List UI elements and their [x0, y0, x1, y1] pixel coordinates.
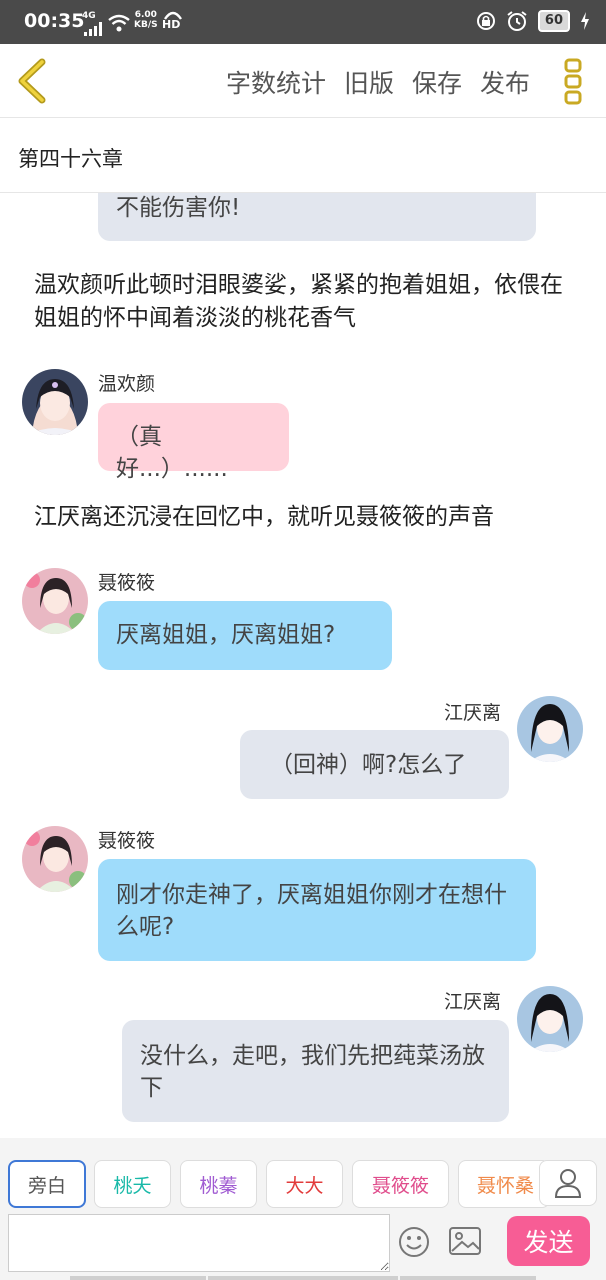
message-text: 刚才你走神了，厌离姐姐你刚才在想什么呢?: [116, 882, 507, 940]
narration-text: 温欢颜听此顿时泪眼婆娑，紧紧的抱着姐姐，依偎在姐姐的怀中闻着淡淡的桃花香气: [34, 272, 563, 331]
role-chip[interactable]: 桃夭: [94, 1160, 171, 1208]
message-bubble: 不能伤害你!: [98, 193, 536, 241]
role-label: 桃夭: [113, 1174, 152, 1197]
alarm-icon: [507, 11, 527, 31]
speaker-name: 聂筱筱: [98, 572, 156, 594]
hd-label: HD: [162, 18, 181, 31]
role-chip[interactable]: 桃蓁: [180, 1160, 257, 1208]
more-menu-icon[interactable]: [564, 58, 582, 106]
speed-value: 6.00: [134, 10, 157, 20]
role-label: 大大: [285, 1174, 324, 1197]
app-header: 字数统计 旧版 保存 发布: [0, 44, 606, 118]
image-icon[interactable]: [448, 1226, 482, 1256]
narration-text: 江厌离还沉浸在回忆中，就听见聂筱筱的声音: [34, 504, 494, 530]
speaker-name: 温欢颜: [98, 373, 156, 395]
speaker-name: 江厌离: [444, 991, 502, 1013]
avatar-image: [517, 986, 583, 1052]
message-text: 厌离姐姐，厌离姐姐?: [116, 622, 336, 648]
wifi-icon: [108, 14, 130, 32]
chapter-title: 第四十六章: [18, 147, 123, 171]
role-label: 聂怀桑: [477, 1174, 535, 1197]
old-version-button[interactable]: 旧版: [344, 64, 394, 100]
send-button[interactable]: 发送: [507, 1216, 590, 1266]
message-text: 没什么，走吧，我们先把莼菜汤放下: [140, 1043, 485, 1101]
save-button[interactable]: 保存: [412, 64, 462, 100]
speed-unit: KB/S: [134, 20, 158, 30]
nav-indicator: [208, 1276, 398, 1280]
avatar[interactable]: [22, 568, 88, 634]
message-bubble: 刚才你走神了，厌离姐姐你刚才在想什么呢?: [98, 859, 536, 961]
status-right: 60: [476, 10, 590, 32]
status-time: 00:35: [24, 10, 85, 32]
message-bubble: 没什么，走吧，我们先把莼菜汤放下: [122, 1020, 509, 1122]
net-speed: 6.00 KB/S: [134, 10, 158, 30]
message-text: 不能伤害你!: [116, 195, 241, 221]
user-icon: [554, 1169, 582, 1198]
avatar[interactable]: [22, 826, 88, 892]
emoji-icon[interactable]: [398, 1226, 430, 1258]
avatar[interactable]: [517, 696, 583, 762]
message-bubble: （真好...）......: [98, 403, 289, 482]
signal-icon: [84, 22, 102, 36]
toolbar-actions: 字数统计 旧版 保存 发布: [226, 64, 530, 100]
network-type: 4G: [82, 11, 96, 21]
role-chip[interactable]: 大大: [266, 1160, 343, 1208]
status-bar: 00:35 4G 6.00 KB/S HD 60: [0, 0, 606, 44]
nav-indicator: [400, 1276, 536, 1280]
message-text: （回神）啊?怎么了: [270, 752, 467, 778]
battery-level: 60: [537, 10, 570, 32]
role-chip-narrator[interactable]: 旁白: [8, 1160, 86, 1208]
publish-button[interactable]: 发布: [480, 64, 530, 100]
avatar-image: [517, 696, 583, 762]
avatar[interactable]: [22, 369, 88, 435]
message-text: （真好...）......: [116, 424, 228, 482]
avatar[interactable]: [517, 986, 583, 1052]
role-chip[interactable]: 聂筱筱: [352, 1160, 449, 1208]
word-count-button[interactable]: 字数统计: [226, 64, 326, 100]
role-chip[interactable]: 聂怀桑: [458, 1160, 550, 1208]
charging-icon: [581, 12, 589, 30]
speaker-name: 聂筱筱: [98, 830, 156, 852]
add-role-button[interactable]: [539, 1160, 597, 1206]
lock-rotation-icon: [476, 12, 495, 30]
back-arrow-icon[interactable]: [14, 58, 54, 104]
nav-indicator: [70, 1276, 206, 1280]
message-bubble: 厌离姐姐，厌离姐姐?: [98, 601, 392, 670]
avatar-image: [22, 369, 88, 435]
chapter-bar[interactable]: 第四十六章: [0, 119, 606, 193]
message-input[interactable]: [8, 1214, 390, 1272]
avatar-image: [22, 826, 88, 892]
speaker-name: 江厌离: [444, 702, 502, 724]
input-bar: 发送: [0, 1210, 606, 1280]
role-label: 聂筱筱: [371, 1174, 429, 1197]
message-bubble: （回神）啊?怎么了: [240, 730, 509, 799]
role-label: 旁白: [27, 1174, 66, 1197]
role-selector: 旁白 桃夭 桃蓁 大大 聂筱筱 聂怀桑: [0, 1138, 606, 1210]
avatar-image: [22, 568, 88, 634]
chat-area[interactable]: 不能伤害你! 温欢颜听此顿时泪眼婆娑，紧紧的抱着姐姐，依偎在姐姐的怀中闻着淡淡的…: [0, 193, 606, 1138]
role-label: 桃蓁: [199, 1174, 238, 1197]
